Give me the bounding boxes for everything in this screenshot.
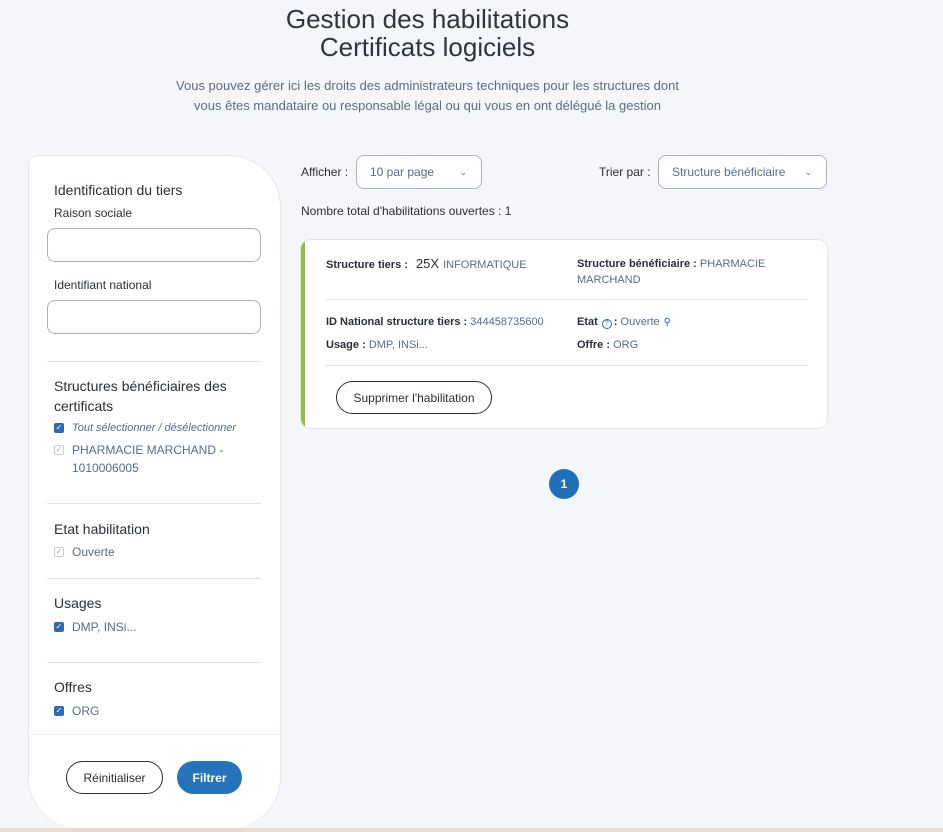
- offres-label: ORG: [72, 704, 100, 718]
- chevron-down-icon: ⌄: [459, 167, 467, 177]
- structure-label: PHARMACIE MARCHAND - 1010006005: [72, 443, 224, 475]
- select-all-label: Tout sélectionner / désélectionner: [72, 422, 237, 434]
- identifiant-input[interactable]: [47, 300, 261, 334]
- structure-checkbox[interactable]: ✓ PHARMACIE MARCHAND - 1010006005: [54, 441, 244, 477]
- delete-habilitation-button[interactable]: Supprimer l'habilitation: [336, 381, 492, 414]
- results-count: Nombre total d'habilitations ouvertes : …: [301, 204, 512, 218]
- filter-button[interactable]: Filtrer: [177, 761, 242, 794]
- bottom-strip: [0, 828, 943, 832]
- etat: Etat?: Ouverte ⚲: [577, 314, 671, 331]
- checkbox-checked-icon: ✓: [54, 423, 64, 433]
- usage-value: DMP, INSi...: [368, 339, 428, 351]
- etat-label: Etat: [577, 316, 598, 328]
- card-divider: [326, 299, 808, 300]
- afficher-label: Afficher :: [301, 165, 349, 179]
- page-title-line1: Gestion des habilitations: [285, 4, 570, 34]
- id-national: ID National structure tiers : 3444587356…: [326, 314, 544, 330]
- offres-checkbox[interactable]: ✓ ORG: [54, 702, 99, 720]
- raison-sociale-label: Raison sociale: [54, 206, 133, 220]
- etat-label: Ouverte: [72, 545, 115, 559]
- chevron-down-icon: ⌄: [804, 167, 812, 177]
- offre-value: ORG: [613, 339, 639, 351]
- page-size-select[interactable]: 10 par page ⌄: [356, 155, 482, 189]
- structure-beneficiaire: Structure bénéficiaire : PHARMACIE MARCH…: [577, 256, 797, 288]
- divider: [47, 503, 261, 504]
- usages-checkbox[interactable]: ✓ DMP, INSi...: [54, 618, 136, 636]
- structure-tiers-name: INFORMATIQUE: [443, 259, 527, 271]
- divider: [47, 662, 261, 663]
- etat-checkbox[interactable]: ✓ Ouverte: [54, 543, 115, 561]
- habilitation-card: Structure tiers : 25X INFORMATIQUE Structu…: [300, 239, 828, 429]
- sort-select[interactable]: Structure bénéficiaire ⌄: [658, 155, 827, 189]
- etat-title: Etat habilitation: [54, 521, 150, 537]
- sort-value: Structure bénéficiaire: [672, 165, 786, 179]
- checkbox-checked-icon: ✓: [54, 706, 64, 716]
- subtitle-line1: Vous pouvez gérer ici les droits des adm…: [176, 78, 679, 93]
- divider: [47, 578, 261, 579]
- offre: Offre : ORG: [577, 337, 638, 353]
- structure-tiers: Structure tiers : 25X INFORMATIQUE: [326, 256, 566, 273]
- identifiant-label: Identifiant national: [54, 278, 152, 292]
- usage: Usage : DMP, INSi...: [326, 337, 428, 353]
- checkbox-checked-icon: ✓: [54, 547, 64, 557]
- card-divider: [326, 365, 808, 366]
- offres-title: Offres: [54, 679, 92, 695]
- raison-sociale-input[interactable]: [47, 228, 261, 262]
- select-all-checkbox[interactable]: ✓ Tout sélectionner / désélectionner: [54, 419, 236, 437]
- subtitle-line2: vous êtes mandataire ou responsable léga…: [194, 98, 661, 113]
- reset-button[interactable]: Réinitialiser: [66, 761, 163, 794]
- usage-label: Usage :: [326, 339, 366, 351]
- pagination-page-1[interactable]: 1: [549, 469, 579, 499]
- trier-label: Trier par :: [599, 165, 651, 179]
- structures-title: Structures bénéficiaires des certificats: [54, 378, 227, 414]
- help-circle-icon[interactable]: ?: [601, 319, 612, 329]
- beneficiaire-label: Structure bénéficiaire :: [577, 258, 697, 270]
- structure-tiers-label: Structure tiers :: [326, 259, 408, 271]
- identification-title: Identification du tiers: [54, 182, 183, 198]
- page-subtitle: Vous pouvez gérer ici les droits des adm…: [0, 76, 855, 116]
- checkbox-checked-icon: ✓: [54, 622, 64, 632]
- id-value: 3444587356000: [470, 316, 544, 328]
- filter-panel: Identification du tiers Raison sociale I…: [28, 155, 281, 829]
- id-label: ID National structure tiers :: [326, 316, 468, 328]
- page-size-value: 10 par page: [370, 165, 435, 179]
- filter-actions: Réinitialiser Filtrer: [29, 734, 280, 829]
- checkbox-checked-icon: ✓: [54, 445, 64, 455]
- offre-label: Offre :: [577, 339, 610, 351]
- etat-value: Ouverte: [620, 316, 660, 328]
- page-title-line2: Certificats logiciels: [319, 32, 536, 62]
- page-title: Gestion des habilitations Certificats lo…: [0, 5, 855, 61]
- usages-title: Usages: [54, 595, 102, 611]
- divider: [47, 361, 261, 362]
- structure-tiers-code: 25X: [415, 256, 440, 271]
- usages-label: DMP, INSi...: [72, 620, 137, 634]
- card-accent: [301, 240, 305, 428]
- search-icon[interactable]: ⚲: [664, 315, 671, 331]
